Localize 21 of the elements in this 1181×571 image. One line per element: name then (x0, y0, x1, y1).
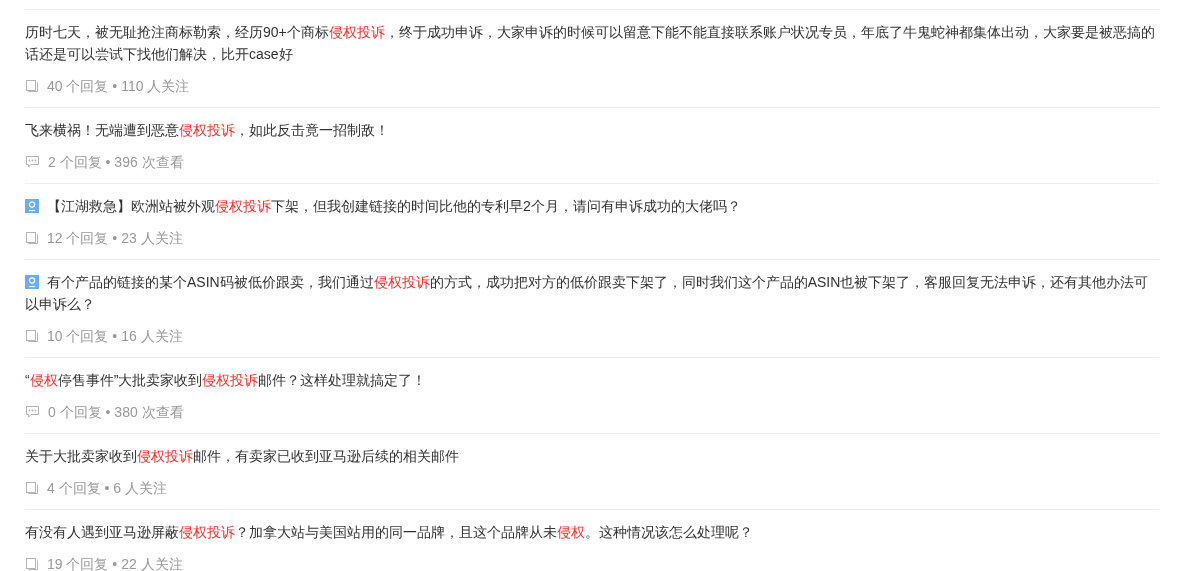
question-title[interactable]: 关于大批卖家收到侵权投诉邮件，有卖家已收到亚马逊后续的相关邮件 (25, 445, 1159, 467)
question-title[interactable]: 飞来横祸！无端遭到恶意侵权投诉，如此反击竟一招制敌！ (25, 119, 1159, 141)
document-icon (25, 481, 39, 495)
document-icon (25, 557, 39, 571)
document-icon (25, 329, 39, 343)
comment-icon (25, 155, 40, 169)
question-stats: 0 个回复 • 380 次查看 (48, 403, 184, 421)
document-icon (25, 79, 39, 93)
comment-icon (25, 405, 40, 419)
question-stats: 2 个回复 • 396 次查看 (48, 153, 184, 171)
question-stats: 10 个回复 • 16 人关注 (47, 327, 183, 345)
document-icon (25, 231, 39, 245)
question-stats: 40 个回复 • 110 人关注 (47, 77, 190, 95)
question-stats: 19 个回复 • 22 人关注 (47, 555, 183, 571)
question-title[interactable]: 历时七天，被无耻抢注商标勒索，经历90+个商标侵权投诉，终于成功申诉，大家申诉的时候可以留意下能不能直接联系账户状况专员，年底了牛鬼蛇神都集体出动，大家要是被恶搞的话还是可以尝试下找他们解决，比开case好 (25, 21, 1159, 65)
question-stats: 12 个回复 • 23 人关注 (47, 229, 183, 247)
question-title[interactable]: “侵权停售事件”大批卖家收到侵权投诉邮件？这样处理就搞定了！ (25, 369, 1159, 391)
question-title[interactable]: 有没有人遇到亚马逊屏蔽侵权投诉？加拿大站与美国站用的同一品牌，且这个品牌从未侵权。这种情况该怎么处理呢？ (25, 521, 1159, 543)
question-stats: 4 个回复 • 6 人关注 (47, 479, 168, 497)
question-title[interactable]: 【江湖救急】欧洲站被外观侵权投诉下架，但我创建链接的时间比他的专利早2个月，请问有申诉成功的大佬吗？ (25, 195, 1159, 217)
question-title[interactable]: 有个产品的链接的某个ASIN码被低价跟卖，我们通过侵权投诉的方式，成功把对方的低价跟卖下架了，同时我们这个产品的ASIN也被下架了，客服回复无法申诉，还有其他办法可以申诉么？ (25, 271, 1159, 315)
